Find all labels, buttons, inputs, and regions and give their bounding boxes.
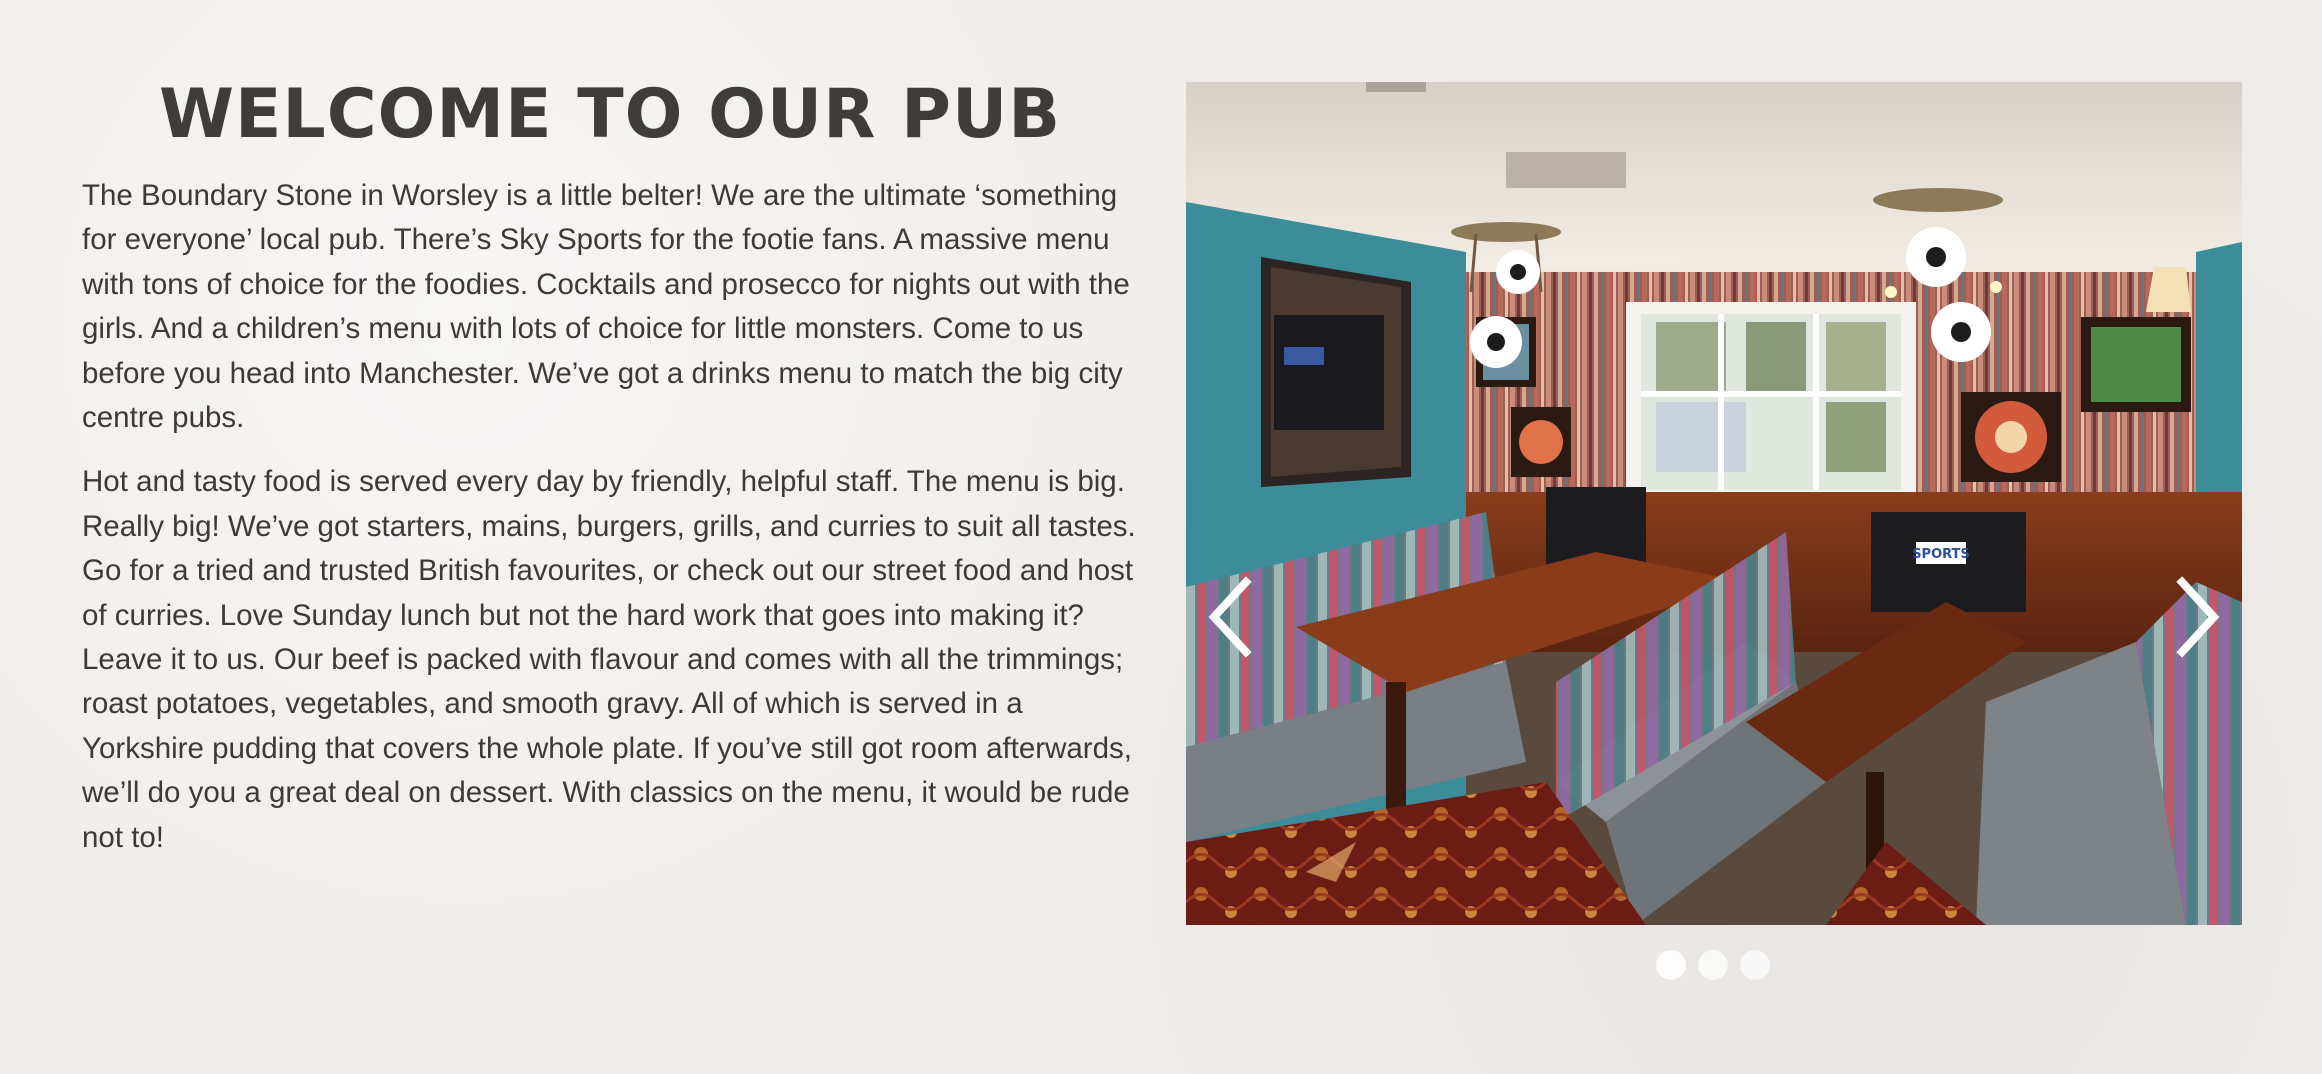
image-slider[interactable]: SPORTS bbox=[1186, 82, 2242, 925]
page-title: WELCOME TO OUR PUB bbox=[158, 75, 1062, 154]
slider-prev-button[interactable] bbox=[1206, 572, 1266, 662]
svg-text:SPORTS: SPORTS bbox=[1912, 547, 1970, 562]
chevron-left-icon bbox=[1208, 576, 1252, 658]
chevron-right-icon bbox=[2176, 576, 2220, 658]
intro-paragraph-2: Hot and tasty food is served every day b… bbox=[82, 465, 1136, 854]
slider-pagination bbox=[1656, 950, 1770, 980]
slider-next-button[interactable] bbox=[2162, 572, 2222, 662]
intro-section: WELCOME TO OUR PUB The Boundary Stone in… bbox=[80, 74, 1140, 880]
slider-dot-3[interactable] bbox=[1740, 950, 1770, 980]
intro-paragraph-1: The Boundary Stone in Worsley is a littl… bbox=[82, 179, 1130, 435]
pub-interior-photo: SPORTS bbox=[1186, 82, 2242, 925]
slider-dot-1[interactable] bbox=[1656, 950, 1686, 980]
slider-dot-2[interactable] bbox=[1698, 950, 1728, 980]
